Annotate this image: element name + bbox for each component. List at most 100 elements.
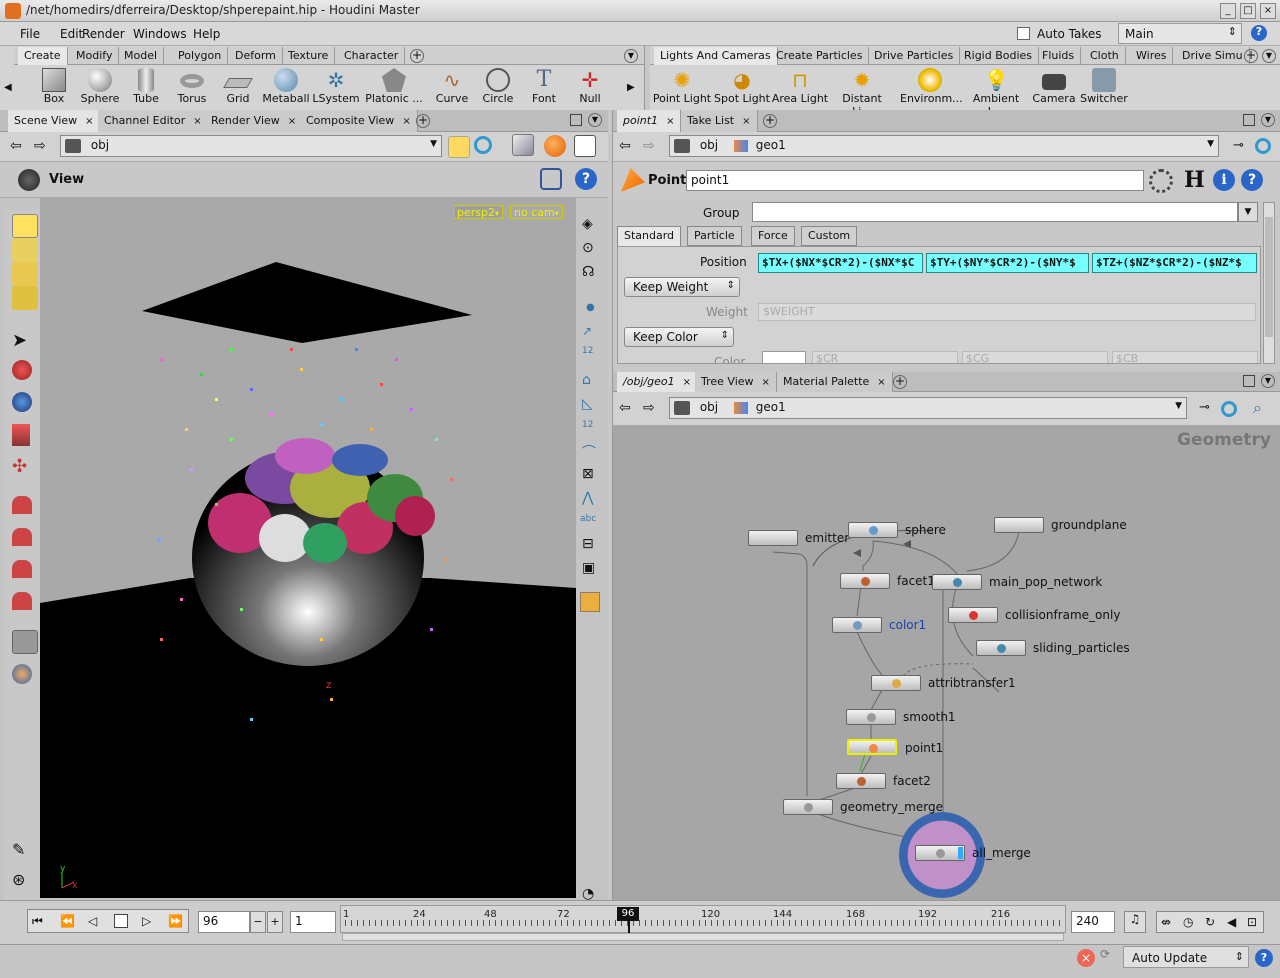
display-options-icon[interactable]: ◈ (582, 216, 593, 232)
guide-icon[interactable]: ⊟ (582, 536, 594, 552)
menu-windows[interactable]: Windows (133, 27, 187, 41)
magnet-icon[interactable] (12, 496, 32, 514)
chevron-down-icon[interactable]: ▼ (430, 139, 437, 149)
position-x-field[interactable]: $TX+($NX*$CR*2)-($NX*$C (758, 253, 923, 273)
close-icon[interactable]: × (288, 116, 296, 127)
tab-composite-view[interactable]: Composite View × (300, 110, 418, 132)
param-path-field[interactable]: obj geo1 ▼ (669, 135, 1219, 157)
magnet-brush-icon[interactable] (12, 592, 32, 610)
node-groundplane[interactable]: groundplane (994, 517, 1127, 533)
subtab-particle[interactable]: Particle (687, 226, 742, 246)
pane-menu-button[interactable]: ▼ (1261, 374, 1275, 388)
maximize-button[interactable]: □ (1240, 3, 1256, 19)
shelf-tab-create-particles[interactable]: Create Particles (770, 47, 870, 65)
select-mode-icon[interactable] (12, 214, 38, 238)
3d-viewport[interactable]: z y x persp2▾ no cam▾ (40, 198, 576, 898)
play-icon[interactable]: ▷ (142, 914, 151, 928)
path-obj[interactable]: obj (700, 400, 718, 414)
scale-icon[interactable] (12, 392, 32, 412)
tool-platonic[interactable]: Platonic ... (364, 68, 424, 105)
maximize-pane-icon[interactable] (1243, 114, 1255, 126)
path-obj[interactable]: obj (700, 138, 718, 152)
viewport-layout-icon[interactable] (580, 592, 600, 612)
scroll-right-icon[interactable]: ▶ (627, 82, 635, 93)
menu-file[interactable]: File (20, 27, 40, 41)
view-mode-icon[interactable] (12, 630, 38, 654)
tab-take-list[interactable]: Take List × (681, 110, 758, 132)
prim-normals-icon[interactable]: ◺ (582, 396, 593, 412)
shelf-tab-fluids[interactable]: Fluids (1036, 47, 1082, 65)
close-window-button[interactable]: × (1260, 3, 1276, 19)
node-main-pop-network[interactable]: main_pop_network (932, 574, 1102, 590)
pin-icon[interactable] (448, 136, 470, 158)
tool-area-light[interactable]: ⊓ Area Light (770, 68, 830, 105)
snap-icon[interactable] (540, 168, 562, 190)
timeline-slider[interactable]: 1 24 48 72 120 144 168 192 216 96 (340, 905, 1066, 934)
color-g-field[interactable]: $CG (962, 351, 1108, 363)
position-z-field[interactable]: $TZ+($NZ*$CR*2)-($NZ*$ (1092, 253, 1257, 273)
vectors-icon[interactable]: ⋀ (582, 490, 593, 506)
playhead-line[interactable] (628, 920, 630, 934)
path-geo1[interactable]: geo1 (756, 138, 786, 152)
select-prims-icon[interactable] (12, 286, 38, 310)
tool-null[interactable]: ✛ Null (560, 68, 620, 105)
search-icon[interactable]: ⌕ (1253, 398, 1262, 418)
tool-switcher[interactable]: Switcher (1074, 68, 1134, 105)
auto-update-select[interactable]: Auto Update ⇕ (1123, 946, 1249, 968)
play-reverse-icon[interactable]: ◁ (88, 914, 97, 928)
close-icon[interactable]: × (193, 116, 201, 127)
param-scrollbar[interactable] (1263, 202, 1275, 364)
stop-icon[interactable] (114, 914, 128, 928)
audio-icon[interactable]: ♫ (1124, 911, 1146, 933)
shelf-tab-lights-cameras[interactable]: Lights And Cameras (654, 47, 778, 65)
add-tab-button[interactable]: + (416, 114, 430, 128)
step-forward-icon[interactable]: ⏩ (168, 914, 183, 928)
current-frame-field[interactable]: 96 (198, 911, 250, 933)
shelf-tab-model[interactable]: Model (118, 47, 165, 65)
close-icon[interactable]: × (666, 116, 674, 127)
magnet-edit-icon[interactable] (12, 528, 32, 546)
shelf-menu-button[interactable]: ▼ (1262, 49, 1276, 63)
maximize-pane-icon[interactable] (570, 114, 582, 126)
shelf-tab-rigid-bodies[interactable]: Rigid Bodies (958, 47, 1040, 65)
node-facet2[interactable]: facet2 (836, 773, 931, 789)
handle-icon[interactable]: ✣ (12, 456, 38, 480)
frame-decrement-button[interactable]: − (250, 911, 266, 933)
link-icon[interactable] (1221, 401, 1237, 417)
camera-icon[interactable]: ⊙ (582, 240, 594, 256)
path-obj[interactable]: obj (91, 138, 109, 152)
info-icon[interactable]: i (1213, 169, 1235, 191)
frame-increment-button[interactable]: + (267, 911, 283, 933)
performance-icon[interactable]: ⟳ (1100, 947, 1118, 967)
node-color1[interactable]: color1 (832, 617, 926, 633)
translate-icon[interactable] (12, 424, 30, 446)
text-display-icon[interactable]: abc (580, 514, 596, 524)
tab-point1[interactable]: point1 × (617, 110, 682, 132)
shelf-tab-character[interactable]: Character (338, 47, 406, 65)
pane-menu-button[interactable]: ▼ (588, 113, 602, 127)
point-numbers-icon[interactable]: 12 (582, 346, 593, 356)
render-region-icon[interactable] (12, 664, 32, 684)
menu-render[interactable]: Render (82, 27, 125, 41)
viewer-path-field[interactable]: obj ▼ (60, 135, 442, 157)
prim-display-icon[interactable]: ⌂ (582, 372, 591, 388)
camera-settings-icon[interactable]: ⊛ (12, 870, 38, 894)
shelf-tab-polygon[interactable]: Polygon (172, 47, 229, 65)
menu-edit[interactable]: Edit (60, 27, 83, 41)
pointer-icon[interactable]: ➤ (12, 330, 38, 354)
pin-icon[interactable]: ⊸ (1233, 138, 1244, 153)
frame-step-field[interactable]: 1 (290, 911, 336, 933)
minimize-button[interactable]: _ (1220, 3, 1236, 19)
points-display-icon[interactable]: ● (586, 302, 595, 313)
tab-material-palette[interactable]: Material Palette × (777, 372, 893, 392)
subtab-custom[interactable]: Custom (801, 226, 858, 246)
node-attribtransfer1[interactable]: attribtransfer1 (871, 675, 1016, 691)
forward-arrow-icon[interactable]: ⇨ (643, 138, 655, 154)
auto-takes-checkbox[interactable] (1017, 27, 1030, 40)
realtime-icon[interactable]: ◷ (1183, 915, 1193, 929)
link-icon[interactable] (1255, 138, 1271, 154)
close-icon[interactable]: × (762, 377, 770, 388)
tab-tree-view[interactable]: Tree View × (695, 372, 777, 392)
keep-color-menu[interactable]: Keep Color ⇕ (624, 327, 734, 347)
close-icon[interactable]: × (877, 377, 885, 388)
